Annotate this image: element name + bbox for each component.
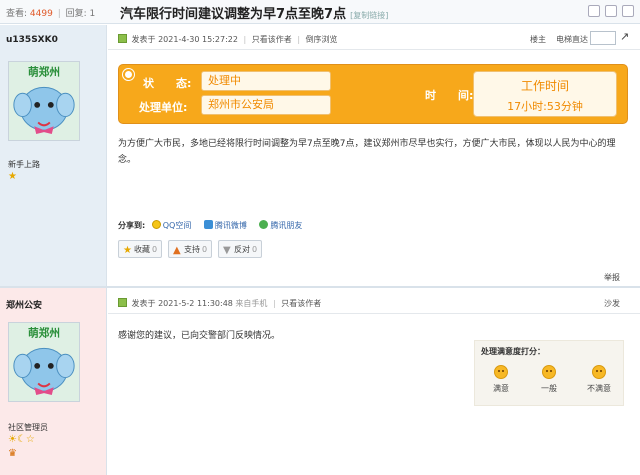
post-body: 为方便广大市民，多地已经将限行时间调整为早7点至晚7点，建议郑州市尽早也实行，方… [118,139,616,165]
prev-icon[interactable] [605,5,617,17]
oppose-button[interactable]: ▼ 反对 0 [218,240,263,258]
post-body: 感谢您的建议，已向交警部门反映情况。 [118,331,281,341]
friends-icon [259,220,269,229]
post-date: 发表于 2021-4-30 15:27:22 [131,35,238,44]
author-sidebar: u135SXK0 萌郑州 新手上路 ★ [0,25,107,287]
rating-neutral[interactable]: 一般 [529,365,569,394]
online-icon [118,34,127,43]
reverse-order-link[interactable]: 倒序浏览 [306,35,338,44]
post-meta-bar: 发表于 2021-4-30 15:27:22 | 只看该作者 | 倒序浏览 楼主… [108,28,640,50]
avatar[interactable]: 萌郑州 [8,322,80,402]
unit-value: 郑州市公安局 [201,95,331,115]
avatar[interactable]: 萌郑州 [8,61,80,141]
online-icon [118,298,127,307]
jump-floor-input[interactable] [590,31,616,45]
thread-header: 查看: 4499 | 回复: 1 汽车限行时间建议调整为早7点至晚7点 [复制链接… [0,0,640,24]
replies-label: 回复: [65,9,87,19]
unit-label: 处理单位: [139,101,188,114]
star-icon: ★ [123,245,132,256]
time-box: 工作时间 17小时:53分钟 [473,71,617,117]
satisfaction-rating: 处理满意度打分： 满意 一般 不满意 [474,340,624,406]
rating-unsatisfied[interactable]: 不满意 [579,365,619,394]
oppose-count: 0 [252,245,258,254]
thread-stats: 查看: 4499 | 回复: 1 [6,9,96,19]
favorite-button[interactable]: ★ 收藏 0 [118,240,163,258]
copy-link-button[interactable]: [复制链接] [350,11,388,20]
time-title: 工作时间 [520,79,569,93]
support-button[interactable]: ▲ 支持 0 [168,240,213,258]
post-meta-bar: 发表于 2021-5-2 11:30:48 来自手机 | 只看该作者 沙发 [108,292,640,314]
share-label: 分享到: [118,221,146,230]
rating-satisfied[interactable]: 满意 [481,365,521,394]
weibo-icon [203,220,213,229]
smile-icon [494,365,508,379]
jump-label: 电梯直达 [556,35,588,44]
author-username[interactable]: u135SXK0 [6,35,58,45]
report-link[interactable]: 举报 [604,272,620,283]
post-meta: 发表于 2021-4-30 15:27:22 | 只看该作者 | 倒序浏览 [118,34,338,45]
floor-label: 楼主 [530,35,546,44]
next-icon[interactable] [622,5,634,17]
oppose-label: 反对 [234,245,250,254]
jump-arrow-icon[interactable]: ↗ [620,30,629,43]
views-label: 查看: [6,9,28,19]
support-count: 0 [202,245,208,254]
arrow-down-icon: ▼ [223,245,231,256]
favorite-label: 收藏 [134,245,150,254]
status-label: 状 态: [143,77,192,90]
only-author-link[interactable]: 只看该作者 [252,35,292,44]
frown-icon [592,365,606,379]
star-icon: ★ [8,171,17,182]
qzone-icon [151,220,161,229]
neutral-face-icon [542,365,556,379]
avatar-caption: 萌郑州 [28,327,60,340]
author-username[interactable]: 郑州公安 [6,298,42,311]
author-sidebar: 郑州公安 萌郑州 社区管理员 ☀☾☆ ♛ [0,288,107,475]
share-bar: 分享到: QQ空间 腾讯微博 腾讯朋友 [118,220,312,231]
rating-title: 处理满意度打分： [481,347,545,356]
status-value: 处理中 [201,71,331,91]
user-rank: 社区管理员 [8,423,48,432]
favorite-count: 0 [152,245,158,254]
share-weibo[interactable]: 腾讯微博 [215,221,247,230]
time-value: 17小时:53分钟 [507,100,583,113]
status-panel: 状 态: 处理中 处理单位: 郑州市公安局 时 间: 工作时间 17小时:53分… [118,64,628,124]
post-date: 发表于 2021-5-2 11:30:48 [131,299,233,308]
page-title: 汽车限行时间建议调整为早7点至晚7点 [复制链接] [120,3,388,22]
replies-count: 1 [89,9,96,19]
post-meta: 发表于 2021-5-2 11:30:48 来自手机 | 只看该作者 [118,298,321,309]
medal-icon: ♛ [8,448,17,459]
only-author-link[interactable]: 只看该作者 [281,299,321,308]
share-friends[interactable]: 腾讯朋友 [270,221,302,230]
arrow-up-icon: ▲ [173,245,181,256]
user-rank: 新手上路 [8,160,40,169]
support-label: 支持 [184,245,200,254]
time-label: 时 间: [425,89,474,102]
share-qzone[interactable]: QQ空间 [163,221,192,230]
thread-title-text: 汽车限行时间建议调整为早7点至晚7点 [120,7,347,22]
views-count: 4499 [29,9,53,19]
avatar-caption: 萌郑州 [28,66,60,79]
medal-icons: ☀☾☆ [8,434,35,445]
post-source: 来自手机 [235,299,268,308]
rating-neutral-label: 一般 [541,384,557,393]
print-icon[interactable] [588,5,600,17]
rating-satisfied-label: 满意 [493,384,509,393]
gear-icon [123,69,134,80]
floor-label: 沙发 [604,299,620,308]
rating-unsatisfied-label: 不满意 [587,384,611,393]
